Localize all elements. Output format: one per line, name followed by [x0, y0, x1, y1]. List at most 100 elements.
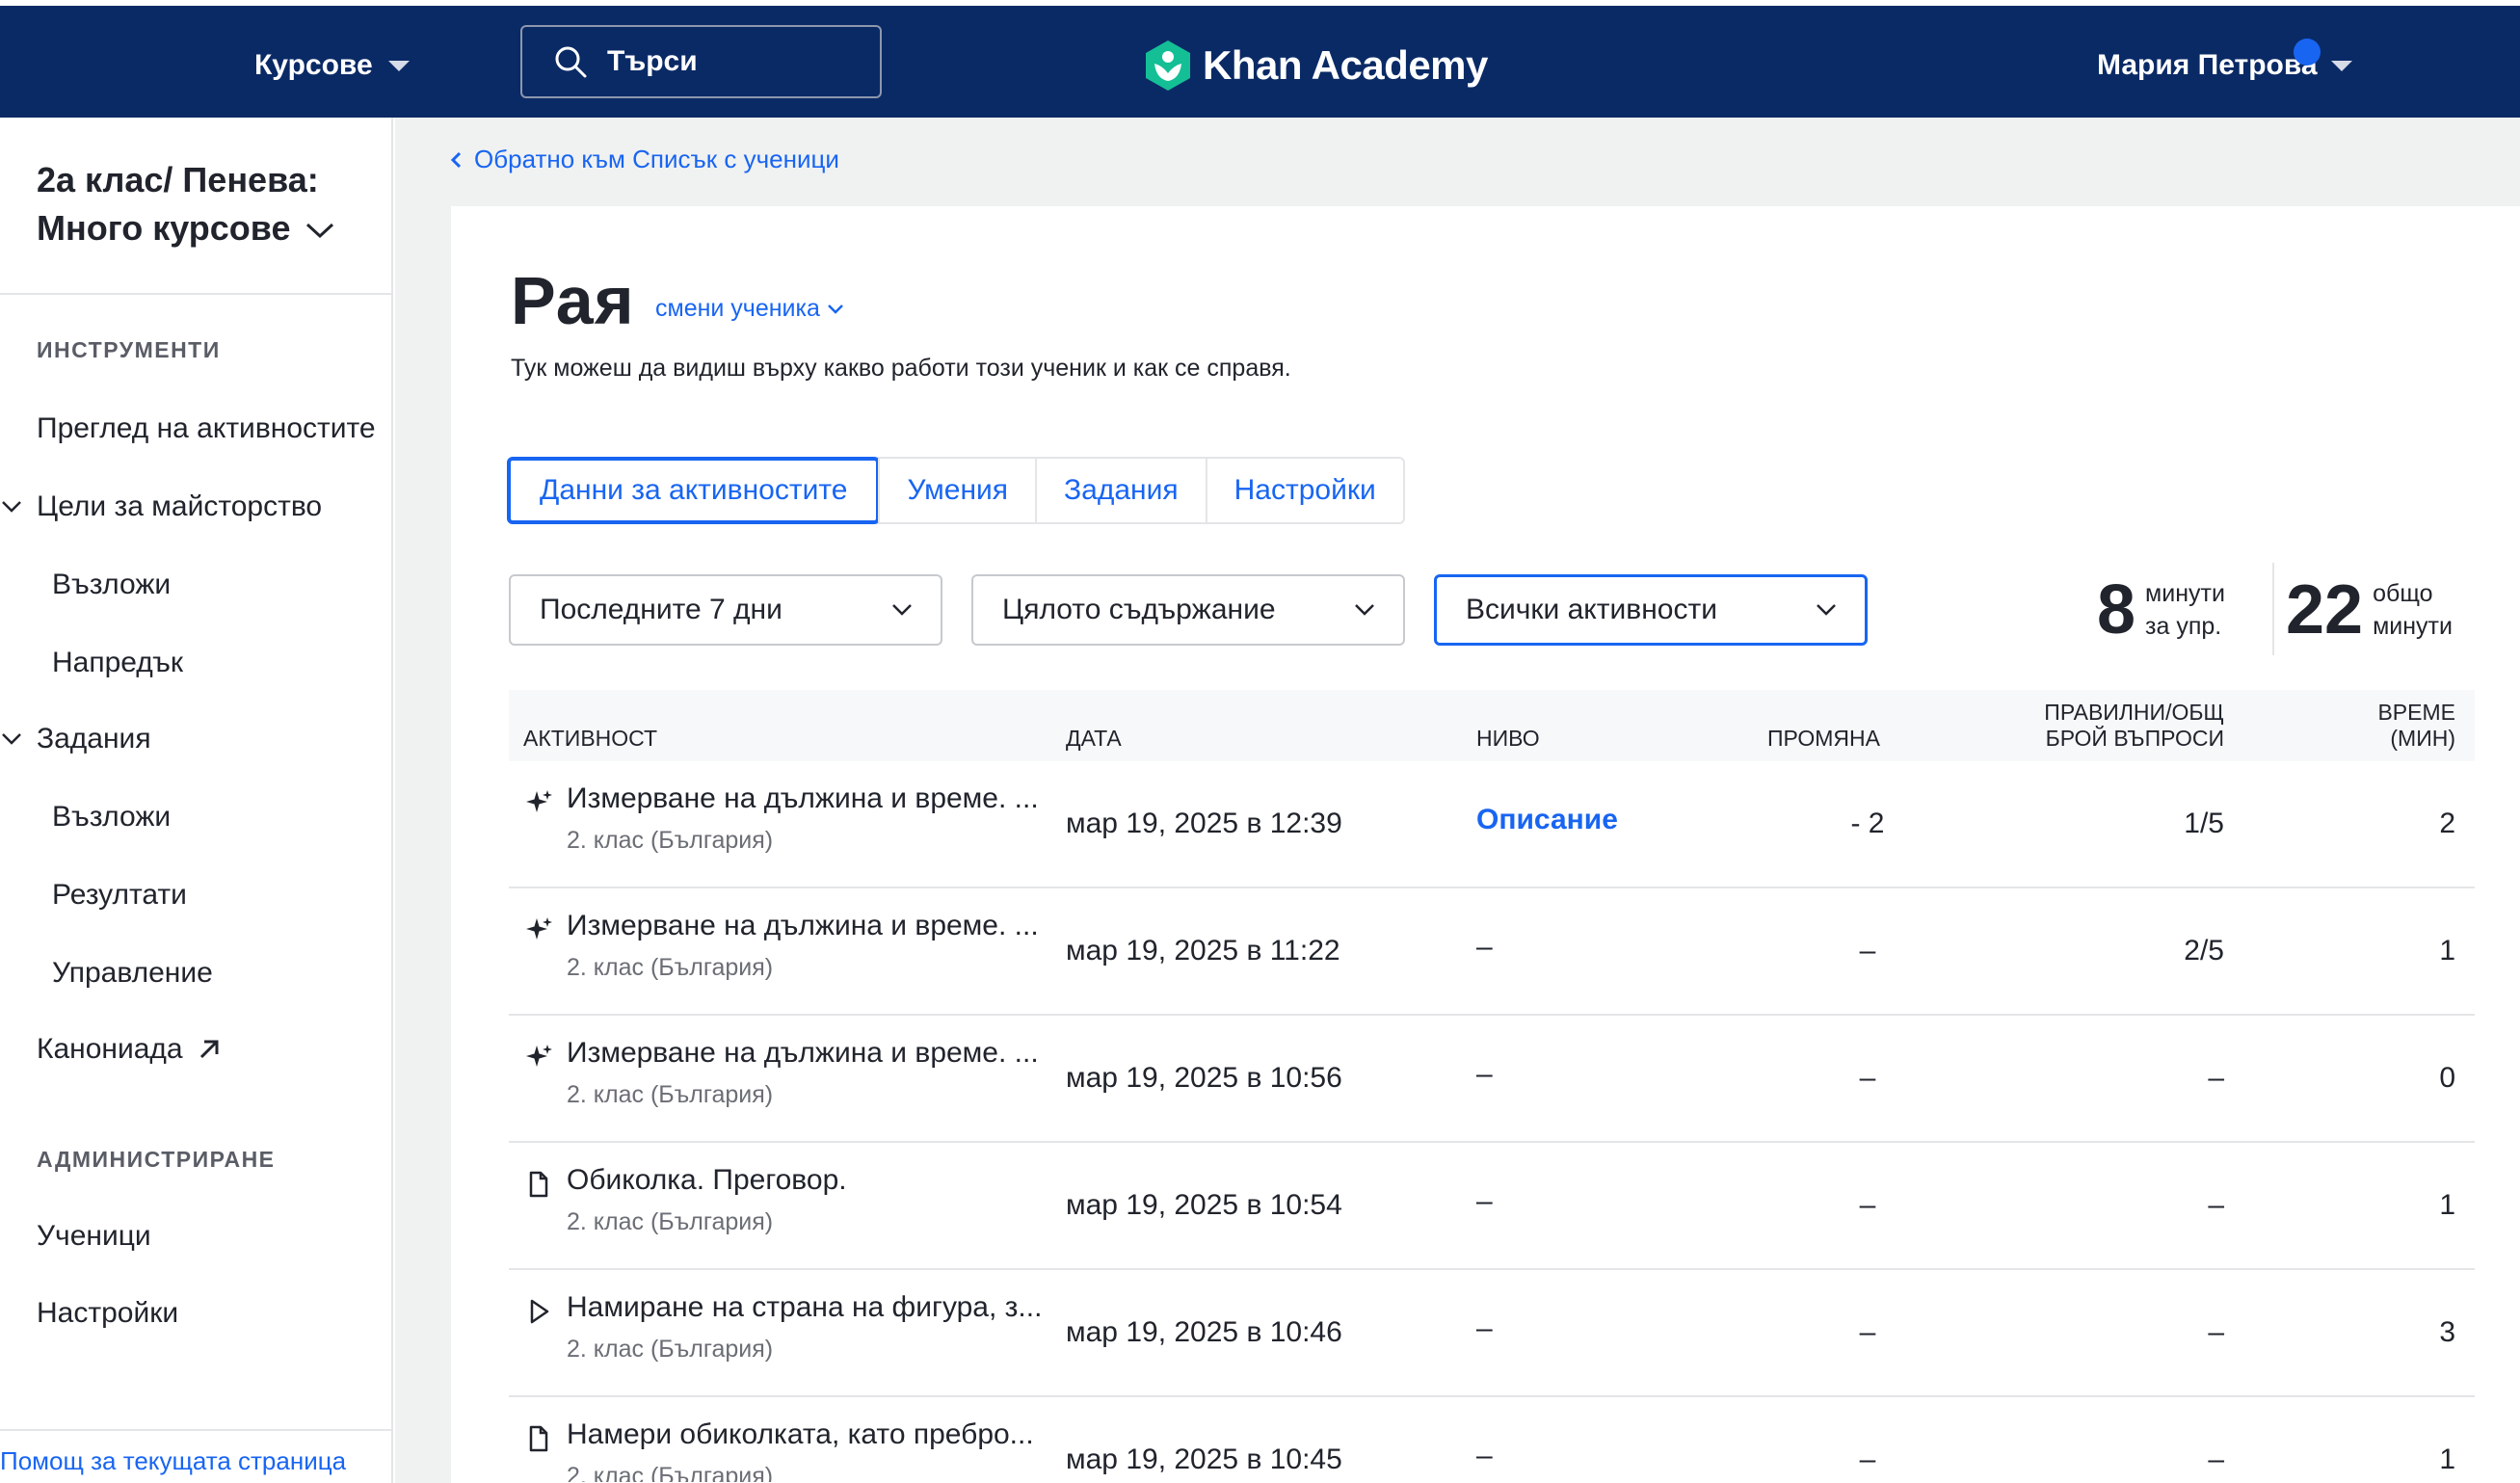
activity-title[interactable]: Обиколка. Преговор. [567, 1164, 847, 1197]
chevron-down-icon [305, 224, 333, 239]
activity-title[interactable]: Намери обиколката, като пребро... [567, 1418, 1034, 1451]
sidebar-item-mastery-assign[interactable]: Възложи [52, 569, 171, 601]
tab-skills[interactable]: Умения [878, 459, 1035, 522]
sidebar-item-mastery-goals[interactable]: Цели за майсторство [2, 490, 323, 523]
correct-header-line-2: БРОЙ ВЪПРОСИ [2045, 726, 2224, 751]
activity-title[interactable]: Измерване на дължина и време. ... [567, 910, 1039, 942]
logo-text: Khan Academy [1203, 42, 1488, 88]
activity-level: – [1476, 1312, 1493, 1344]
activity-level-link[interactable]: Описание [1476, 804, 1618, 836]
activities-value: Всички активности [1466, 594, 1717, 625]
activity-course: 2. клас (България) [567, 1463, 774, 1482]
sidebar-item-label: Резултати [52, 879, 187, 911]
back-link-label: Обратно към Списък с ученици [474, 145, 839, 173]
sidebar-item-students[interactable]: Ученици [37, 1220, 151, 1253]
activity-time: 1 [2439, 1443, 2455, 1475]
sidebar-item-assignments[interactable]: Задания [2, 723, 151, 755]
table-row[interactable]: Измерване на дължина и време. ... 2. кла… [509, 761, 2475, 888]
content-value: Цялото съдържание [1002, 594, 1276, 625]
content-dropdown[interactable]: Цялото съдържание [971, 574, 1405, 646]
khan-logo-icon [1146, 40, 1190, 91]
activity-change: – [1859, 1189, 1876, 1221]
help-link[interactable]: Помощ за текущата страница [0, 1429, 391, 1483]
sparkle-icon [526, 917, 552, 940]
activity-change: - 2 [1850, 808, 1885, 839]
back-to-student-list-link[interactable]: Обратно към Списък с ученици [449, 145, 839, 174]
activity-correct: 2/5 [2184, 935, 2224, 967]
activity-date: мар 19, 2025 в 12:39 [1066, 808, 1342, 839]
column-header-change[interactable]: ПРОМЯНА [1767, 726, 1880, 752]
activity-change: – [1859, 935, 1876, 967]
activity-date: мар 19, 2025 в 10:54 [1066, 1189, 1342, 1221]
document-icon [529, 1171, 548, 1198]
column-header-activity[interactable]: АКТИВНОСТ [523, 726, 657, 752]
activity-correct: – [2208, 1062, 2224, 1094]
sidebar-item-activity-overview[interactable]: Преглед на активностите [37, 412, 376, 445]
activity-date: мар 19, 2025 в 10:56 [1066, 1062, 1342, 1094]
column-header-time[interactable]: ВРЕМЕ (МИН) [2330, 700, 2455, 752]
chevron-down-icon [1817, 604, 1836, 616]
sidebar-item-mastery-progress[interactable]: Напредък [52, 647, 183, 679]
sidebar-item-kanoniada[interactable]: Канониада [37, 1033, 222, 1066]
tools-heading: ИНСТРУМЕНТИ [37, 337, 221, 362]
table-row[interactable]: Измерване на дължина и време. ... 2. кла… [509, 1016, 2475, 1143]
column-header-level[interactable]: НИВО [1476, 726, 1540, 752]
class-selector[interactable]: 2а клас/ Пенева: Много курсове [37, 156, 364, 252]
activity-level: – [1476, 1440, 1493, 1471]
class-title: 2а клас/ Пенева: Много курсове [37, 160, 319, 248]
tab-activity-data[interactable]: Данни за активностите [507, 457, 881, 524]
activity-title[interactable]: Намиране на страна на фигура, з... [567, 1291, 1042, 1324]
column-header-correct[interactable]: ПРАВИЛНИ/ОБЩ БРОЙ ВЪПРОСИ [2031, 700, 2224, 752]
sidebar-item-settings[interactable]: Настройки [37, 1297, 178, 1330]
activity-correct: 1/5 [2184, 808, 2224, 839]
activity-time: 3 [2439, 1316, 2455, 1348]
sidebar-item-assignments-results[interactable]: Резултати [52, 879, 187, 912]
activity-time: 1 [2439, 935, 2455, 967]
activity-course: 2. клас (България) [567, 1208, 774, 1235]
column-header-date[interactable]: ДАТА [1066, 726, 1122, 752]
period-dropdown[interactable]: Последните 7 дни [509, 574, 942, 646]
table-row[interactable]: Намиране на страна на фигура, з... 2. кл… [509, 1270, 2475, 1397]
sidebar-item-label: Цели за майсторство [37, 490, 323, 522]
total-label-line-1: общо [2373, 580, 2433, 607]
sidebar-item-assignments-manage[interactable]: Управление [52, 957, 213, 990]
activity-level: – [1476, 931, 1493, 963]
activity-change: – [1859, 1443, 1876, 1475]
activity-correct: – [2208, 1316, 2224, 1348]
activity-title[interactable]: Измерване на дължина и време. ... [567, 1037, 1039, 1070]
chevron-down-icon [2, 733, 21, 745]
sidebar-item-label: Управление [52, 957, 213, 989]
sidebar-item-label: Канониада [37, 1033, 183, 1065]
table-row[interactable]: Измерване на дължина и време. ... 2. кла… [509, 888, 2475, 1016]
sidebar: 2а клас/ Пенева: Много курсове ИНСТРУМЕН… [0, 118, 393, 1483]
user-menu-button[interactable]: Мария Петрова [2097, 39, 2352, 89]
chevron-down-icon [1355, 604, 1374, 616]
chevron-down-icon [828, 304, 843, 314]
switch-student-button[interactable]: смени ученика [655, 295, 845, 323]
activity-correct: – [2208, 1189, 2224, 1221]
khan-academy-logo[interactable]: Khan Academy [1143, 39, 1488, 93]
activities-dropdown[interactable]: Всички активности [1434, 574, 1868, 646]
courses-menu-button[interactable]: Курсове [254, 42, 410, 89]
sidebar-item-assignments-assign[interactable]: Възложи [52, 801, 171, 834]
activity-course: 2. клас (България) [567, 1336, 774, 1363]
tab-assignments[interactable]: Задания [1035, 459, 1206, 522]
chevron-down-icon [2, 501, 21, 513]
document-icon [529, 1425, 548, 1452]
activity-change: – [1859, 1062, 1876, 1094]
tab-settings[interactable]: Настройки [1205, 459, 1403, 522]
activity-date: мар 19, 2025 в 10:46 [1066, 1316, 1342, 1348]
total-minutes-stat: 22 общо минути [2286, 567, 2453, 653]
sidebar-divider [0, 293, 391, 295]
caret-down-icon [2330, 60, 2352, 71]
sidebar-item-label: Преглед на активностите [37, 412, 376, 444]
notification-dot [2294, 39, 2321, 66]
table-row[interactable]: Обиколка. Преговор. 2. клас (България) м… [509, 1143, 2475, 1270]
activity-course: 2. клас (България) [567, 954, 774, 981]
activity-title[interactable]: Измерване на дължина и време. ... [567, 782, 1039, 815]
table-row[interactable]: Намери обиколката, като пребро... 2. кла… [509, 1397, 2475, 1483]
student-name: Рая [511, 263, 635, 338]
switch-student-label: смени ученика [655, 295, 820, 322]
search-icon [555, 46, 587, 78]
search-input[interactable]: Търси [520, 25, 882, 98]
